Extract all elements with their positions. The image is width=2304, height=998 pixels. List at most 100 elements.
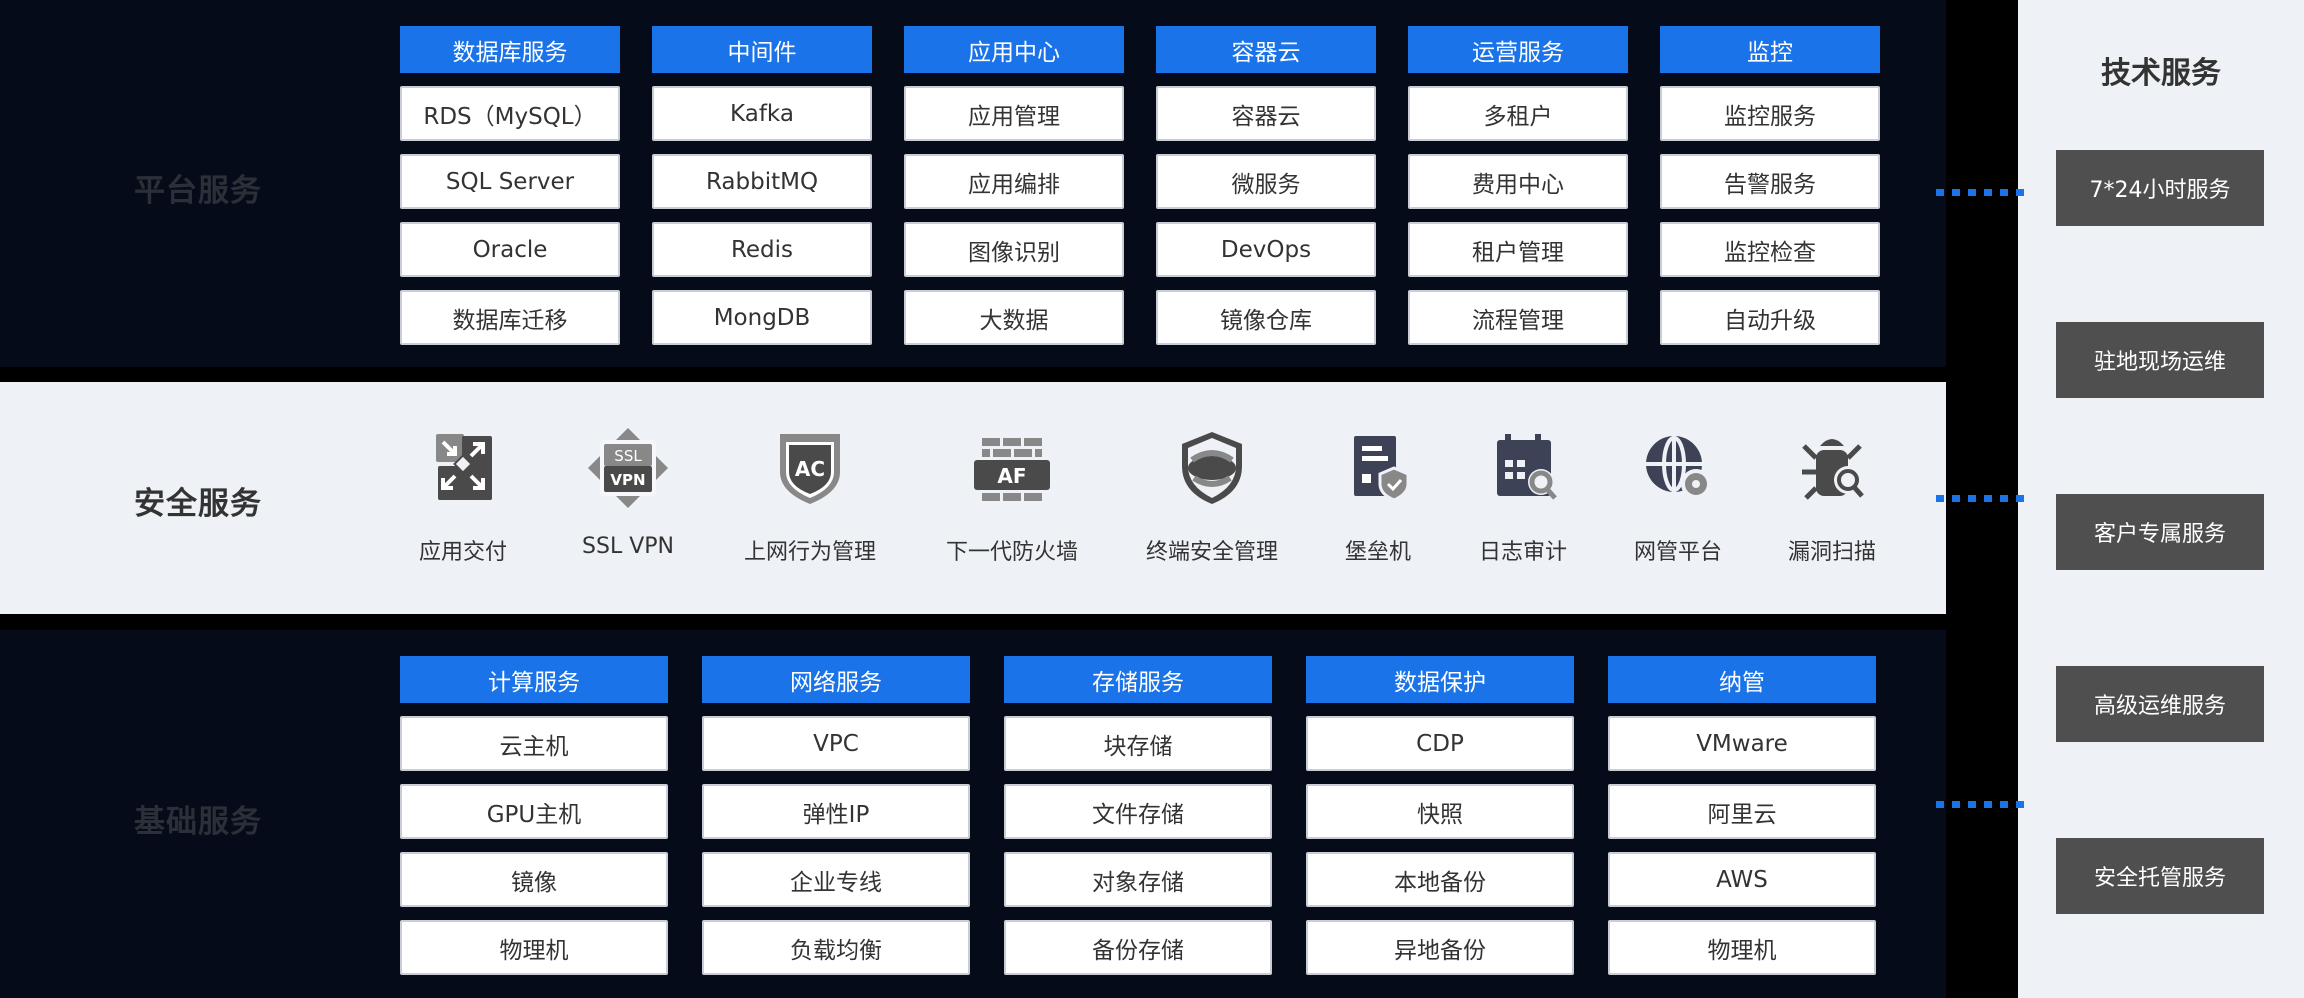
service-cell[interactable]: 告警服务: [1660, 154, 1880, 209]
column-header: 网络服务: [702, 656, 970, 703]
service-cell[interactable]: DevOps: [1156, 222, 1376, 277]
service-cell[interactable]: 负载均衡: [702, 920, 970, 975]
column-header: 数据库服务: [400, 26, 620, 73]
service-cell[interactable]: 物理机: [1608, 920, 1876, 975]
service-cell[interactable]: 文件存储: [1004, 784, 1272, 839]
service-cell[interactable]: 自动升级: [1660, 290, 1880, 345]
tech-services-title: 技术服务: [2101, 56, 2221, 91]
service-cell[interactable]: 数据库迁移: [400, 290, 620, 345]
platform-column-middleware: 中间件 Kafka RabbitMQ Redis MongDB: [652, 26, 872, 345]
app-delivery-icon: [436, 434, 492, 500]
platform-column-monitoring: 监控 监控服务 告警服务 监控检查 自动升级: [1660, 26, 1880, 345]
service-cell[interactable]: 企业专线: [702, 852, 970, 907]
ac-icon-text: AC: [795, 457, 825, 481]
service-cell[interactable]: Redis: [652, 222, 872, 277]
tech-service-button[interactable]: 7*24小时服务: [2056, 150, 2264, 226]
security-item-ac[interactable]: AC 上网行为管理: [730, 428, 890, 566]
service-cell[interactable]: 费用中心: [1408, 154, 1628, 209]
tech-service-button[interactable]: 高级运维服务: [2056, 666, 2264, 742]
column-header: 纳管: [1608, 656, 1876, 703]
service-cell[interactable]: 对象存储: [1004, 852, 1272, 907]
service-cell[interactable]: 租户管理: [1408, 222, 1628, 277]
endpoint-shield-icon: [1182, 432, 1242, 504]
service-cell[interactable]: 图像识别: [904, 222, 1124, 277]
column-header: 中间件: [652, 26, 872, 73]
globe-gear-icon: [1646, 436, 1711, 499]
service-cell[interactable]: 块存储: [1004, 716, 1272, 771]
service-cell[interactable]: 微服务: [1156, 154, 1376, 209]
platform-layer-title: 平台服务: [134, 173, 262, 209]
service-cell[interactable]: 容器云: [1156, 86, 1376, 141]
service-cell[interactable]: 异地备份: [1306, 920, 1574, 975]
security-item-vuln-scan[interactable]: 漏洞扫描: [1752, 428, 1912, 566]
service-cell[interactable]: 云主机: [400, 716, 668, 771]
service-cell[interactable]: 备份存储: [1004, 920, 1272, 975]
service-cell[interactable]: Oracle: [400, 222, 620, 277]
base-layer-title: 基础服务: [134, 804, 262, 840]
platform-connector-dots: [1936, 189, 2026, 196]
security-item-endpoint[interactable]: 终端安全管理: [1132, 428, 1292, 566]
column-header: 监控: [1660, 26, 1880, 73]
service-cell[interactable]: 本地备份: [1306, 852, 1574, 907]
ac-shield-icon: AC: [780, 434, 840, 504]
security-item-label: 漏洞扫描: [1787, 540, 1876, 565]
security-item-label: 日志审计: [1478, 540, 1567, 565]
platform-column-database: 数据库服务 RDS（MySQL） SQL Server Oracle 数据库迁移: [400, 26, 620, 345]
service-cell[interactable]: AWS: [1608, 852, 1876, 907]
security-item-log-audit[interactable]: 日志审计: [1443, 428, 1603, 566]
security-item-label: 下一代防火墙: [945, 540, 1078, 565]
service-cell[interactable]: GPU主机: [400, 784, 668, 839]
tech-service-button[interactable]: 客户专属服务: [2056, 494, 2264, 570]
service-cell[interactable]: 应用编排: [904, 154, 1124, 209]
service-cell[interactable]: VPC: [702, 716, 970, 771]
security-item-bastion[interactable]: 堡垒机: [1298, 428, 1458, 566]
calendar-search-icon: [1497, 434, 1557, 500]
column-header: 容器云: [1156, 26, 1376, 73]
service-cell[interactable]: Kafka: [652, 86, 872, 141]
bug-search-icon: [1802, 439, 1864, 500]
tech-service-button[interactable]: 驻地现场运维: [2056, 322, 2264, 398]
service-cell[interactable]: 应用管理: [904, 86, 1124, 141]
service-cell[interactable]: SQL Server: [400, 154, 620, 209]
firewall-af-icon: AF: [974, 438, 1050, 501]
column-header: 计算服务: [400, 656, 668, 703]
security-item-firewall[interactable]: AF 下一代防火墙: [932, 428, 1092, 566]
service-cell[interactable]: 流程管理: [1408, 290, 1628, 345]
security-item-label: SSL VPN: [582, 534, 674, 559]
security-item-label: 应用交付: [418, 540, 507, 565]
security-item-app-delivery[interactable]: 应用交付: [383, 428, 543, 566]
service-cell[interactable]: MongDB: [652, 290, 872, 345]
security-connector-dots: [1936, 495, 2026, 502]
bastion-server-icon: [1354, 436, 1410, 502]
service-cell[interactable]: VMware: [1608, 716, 1876, 771]
platform-column-operations: 运营服务 多租户 费用中心 租户管理 流程管理: [1408, 26, 1628, 345]
column-header: 数据保护: [1306, 656, 1574, 703]
service-cell[interactable]: 快照: [1306, 784, 1574, 839]
security-item-label: 堡垒机: [1344, 540, 1411, 565]
platform-column-app-center: 应用中心 应用管理 应用编排 图像识别 大数据: [904, 26, 1124, 345]
service-cell[interactable]: CDP: [1306, 716, 1574, 771]
af-icon-text: AF: [997, 464, 1026, 488]
service-cell[interactable]: 镜像: [400, 852, 668, 907]
ssl-vpn-icon: SSL VPN: [588, 428, 668, 508]
base-column-data-protection: 数据保护 CDP 快照 本地备份 异地备份: [1306, 656, 1574, 975]
service-cell[interactable]: 阿里云: [1608, 784, 1876, 839]
base-column-network: 网络服务 VPC 弹性IP 企业专线 负载均衡: [702, 656, 970, 975]
service-cell[interactable]: RDS（MySQL）: [400, 86, 620, 141]
service-cell[interactable]: 物理机: [400, 920, 668, 975]
service-cell[interactable]: 监控服务: [1660, 86, 1880, 141]
service-cell[interactable]: RabbitMQ: [652, 154, 872, 209]
column-header: 运营服务: [1408, 26, 1628, 73]
service-cell[interactable]: 弹性IP: [702, 784, 970, 839]
service-cell[interactable]: 大数据: [904, 290, 1124, 345]
service-cell[interactable]: 镜像仓库: [1156, 290, 1376, 345]
service-cell[interactable]: 多租户: [1408, 86, 1628, 141]
vpn-icon-text: VPN: [610, 471, 645, 489]
base-column-compute: 计算服务 云主机 GPU主机 镜像 物理机: [400, 656, 668, 975]
base-connector-dots: [1936, 801, 2026, 808]
tech-service-button[interactable]: 安全托管服务: [2056, 838, 2264, 914]
security-item-ssl-vpn[interactable]: SSL VPN SSL VPN: [548, 428, 708, 559]
service-cell[interactable]: 监控检查: [1660, 222, 1880, 277]
ssl-icon-text: SSL: [614, 447, 642, 465]
security-item-network-mgmt[interactable]: 网管平台: [1598, 428, 1758, 566]
